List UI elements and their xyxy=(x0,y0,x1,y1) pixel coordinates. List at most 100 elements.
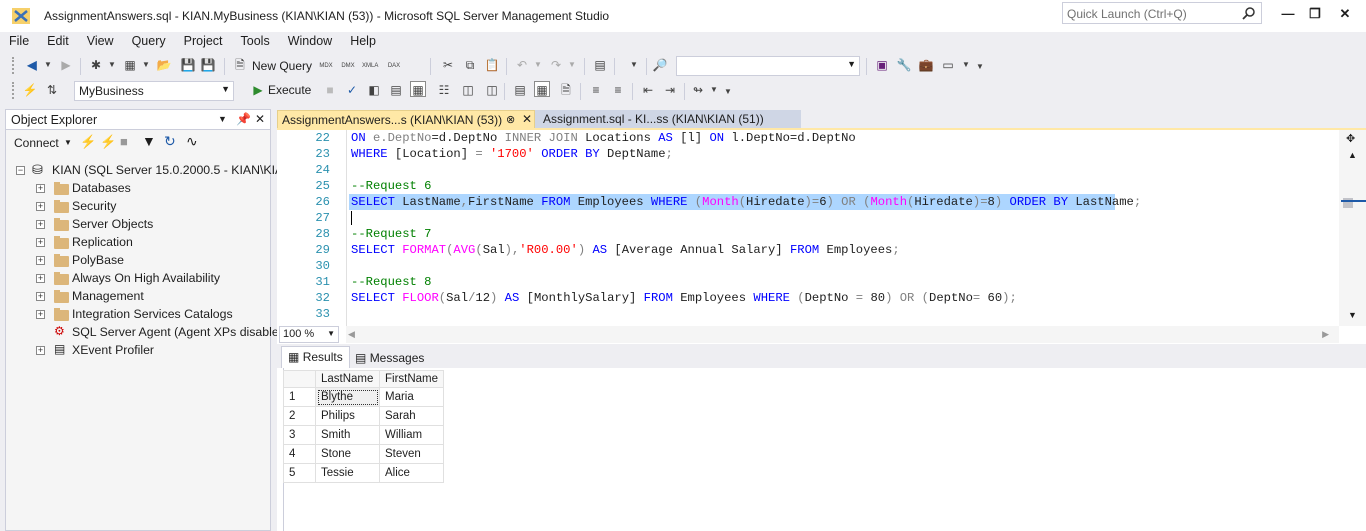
close-icon[interactable]: ✕ xyxy=(255,112,265,126)
scroll-down-icon[interactable]: ▼ xyxy=(1348,310,1357,320)
quick-launch-input[interactable]: Quick Launch (Ctrl+Q) xyxy=(1062,2,1262,24)
close-tab-icon[interactable]: ✕ xyxy=(522,112,532,126)
toolbar-grip-2[interactable] xyxy=(12,82,15,99)
cell-firstname[interactable]: Maria xyxy=(378,387,445,407)
filter-icon[interactable]: ▼ xyxy=(142,133,156,149)
connect-button[interactable]: Connect xyxy=(14,136,59,150)
estimated-plan-icon[interactable]: ◧ xyxy=(366,82,382,98)
forward-icon[interactable]: ▶ xyxy=(58,57,74,73)
activity-monitor-icon[interactable]: ▤ xyxy=(592,57,608,73)
query-options-icon[interactable]: ▤ xyxy=(388,82,404,98)
parse-icon[interactable]: ✓ xyxy=(344,82,360,98)
stop-icon[interactable]: ■ xyxy=(120,134,128,149)
menu-help[interactable]: Help xyxy=(341,32,385,52)
row-number[interactable]: 4 xyxy=(283,444,316,464)
menu-query[interactable]: Query xyxy=(123,32,175,52)
row-number[interactable]: 5 xyxy=(283,463,316,483)
restore-button[interactable]: ❐ xyxy=(1305,6,1325,22)
dmx-query-icon[interactable]: DMX xyxy=(340,55,356,71)
redo-icon[interactable]: ↷ xyxy=(548,57,564,73)
toolbar-overflow-icon[interactable]: ▼ xyxy=(972,59,988,75)
connect-plug-icon[interactable]: ⚡ xyxy=(22,82,38,98)
new-project-dropdown-icon[interactable]: ▼ xyxy=(104,57,120,73)
live-stats-icon[interactable]: ◫ xyxy=(484,82,500,98)
cell-lastname[interactable]: Stone xyxy=(315,444,380,464)
expand-icon[interactable]: + xyxy=(36,292,45,301)
expand-icon[interactable]: + xyxy=(36,202,45,211)
editor-horizontal-scrollbar[interactable]: ◀ ▶ xyxy=(346,326,1339,343)
refresh-icon[interactable]: ↻ xyxy=(164,133,176,150)
results-grid-icon[interactable]: ▦ xyxy=(534,81,550,97)
database-select[interactable]: MyBusiness ▼ xyxy=(74,81,234,101)
expand-icon[interactable]: + xyxy=(36,274,45,283)
tab-results[interactable]: ▦ Results xyxy=(281,346,350,368)
redo-dropdown-icon[interactable]: ▼ xyxy=(564,57,580,73)
cell-lastname[interactable]: Blythe xyxy=(315,387,380,407)
scroll-left-icon[interactable]: ◀ xyxy=(348,329,355,340)
toolbox-icon[interactable]: 💼 xyxy=(918,57,934,73)
solution-explorer-icon[interactable]: ▣ xyxy=(874,57,890,73)
xmla-query-icon[interactable]: XMLA xyxy=(362,55,378,71)
execute-button[interactable]: Execute xyxy=(268,83,311,97)
new-query-icon[interactable]: 🗎 xyxy=(232,57,248,73)
save-icon[interactable]: 💾 xyxy=(180,57,196,73)
properties-wrench-icon[interactable]: 🔧 xyxy=(896,57,912,73)
cell-lastname[interactable]: Philips xyxy=(315,406,380,426)
row-number[interactable]: 1 xyxy=(283,387,316,407)
toolbar-grip[interactable] xyxy=(12,57,15,74)
results-to-file-icon[interactable]: 🗎 xyxy=(558,82,574,98)
back-dropdown-icon[interactable]: ▼ xyxy=(40,57,56,73)
back-icon[interactable]: ◀ xyxy=(24,57,40,73)
paste-icon[interactable]: 📋 xyxy=(484,57,500,73)
new-project-icon[interactable]: ✱ xyxy=(88,57,104,73)
row-number[interactable]: 3 xyxy=(283,425,316,445)
column-header-lastname[interactable]: LastName xyxy=(315,370,380,388)
split-editor-icon[interactable]: ✥ xyxy=(1346,132,1355,145)
corner-cell[interactable] xyxy=(283,370,316,388)
open-file-icon[interactable]: 📂 xyxy=(156,57,172,73)
increase-indent-icon[interactable]: ⇥ xyxy=(662,82,678,98)
tab-assignment-answers[interactable]: AssignmentAnswers...s (KIAN\KIAN (53)) ⊗… xyxy=(277,110,535,129)
save-all-icon[interactable]: 💾 xyxy=(200,57,216,73)
collapse-icon[interactable]: − xyxy=(16,166,25,175)
connect-object-explorer-icon[interactable]: ⚡ xyxy=(80,134,96,150)
find-combo[interactable]: ▼ xyxy=(676,56,860,76)
undo-icon[interactable]: ↶ xyxy=(514,57,530,73)
dax-query-icon[interactable]: DAX xyxy=(386,55,402,71)
new-query-button[interactable]: New Query xyxy=(252,59,312,73)
toolbar-overflow-icon-2[interactable]: ▼ xyxy=(720,84,736,100)
cell-firstname[interactable]: Steven xyxy=(378,444,445,464)
cell-firstname[interactable]: Alice xyxy=(378,463,445,483)
editor-vertical-scrollbar[interactable]: ✥ ▲ ▼ xyxy=(1339,130,1366,326)
execute-icon[interactable]: ▶ xyxy=(250,82,266,98)
decrease-indent-icon[interactable]: ⇤ xyxy=(640,82,656,98)
menu-view[interactable]: View xyxy=(78,32,123,52)
minimize-button[interactable]: — xyxy=(1278,6,1298,22)
mdx-query-icon[interactable]: MDX xyxy=(318,55,334,71)
zoom-select[interactable]: 100 % ▼ xyxy=(279,326,339,343)
specify-template-values-icon[interactable]: ↬ xyxy=(690,82,706,98)
menu-file[interactable]: File xyxy=(0,32,38,52)
scroll-up-icon[interactable]: ▲ xyxy=(1348,150,1357,160)
menu-project[interactable]: Project xyxy=(175,32,232,52)
pin-icon[interactable]: 📌 xyxy=(236,112,251,126)
expand-icon[interactable]: + xyxy=(36,346,45,355)
cell-firstname[interactable]: William xyxy=(378,425,445,445)
undo-dropdown-icon[interactable]: ▼ xyxy=(530,57,546,73)
cut-icon[interactable]: ✂ xyxy=(440,57,456,73)
add-item-dropdown-icon[interactable]: ▼ xyxy=(138,57,154,73)
comment-lines-icon[interactable]: ≡ xyxy=(588,82,604,98)
intellisense-icon[interactable]: ☷ xyxy=(436,82,452,98)
column-header-firstname[interactable]: FirstName xyxy=(378,370,445,388)
expand-icon[interactable]: + xyxy=(36,220,45,229)
solution-config-dropdown-icon[interactable]: ▼ xyxy=(626,57,642,73)
window-position-icon[interactable]: ▼ xyxy=(218,114,227,124)
cell-firstname[interactable]: Sarah xyxy=(378,406,445,426)
command-window-icon[interactable]: ▭ xyxy=(940,57,956,73)
chevron-down-icon[interactable]: ▼ xyxy=(64,138,72,147)
cell-lastname[interactable]: Tessie xyxy=(315,463,380,483)
tab-messages[interactable]: ▤ Messages xyxy=(349,348,430,370)
row-number[interactable]: 2 xyxy=(283,406,316,426)
close-window-button[interactable]: ✕ xyxy=(1335,6,1355,22)
scroll-right-icon[interactable]: ▶ xyxy=(1322,329,1329,340)
